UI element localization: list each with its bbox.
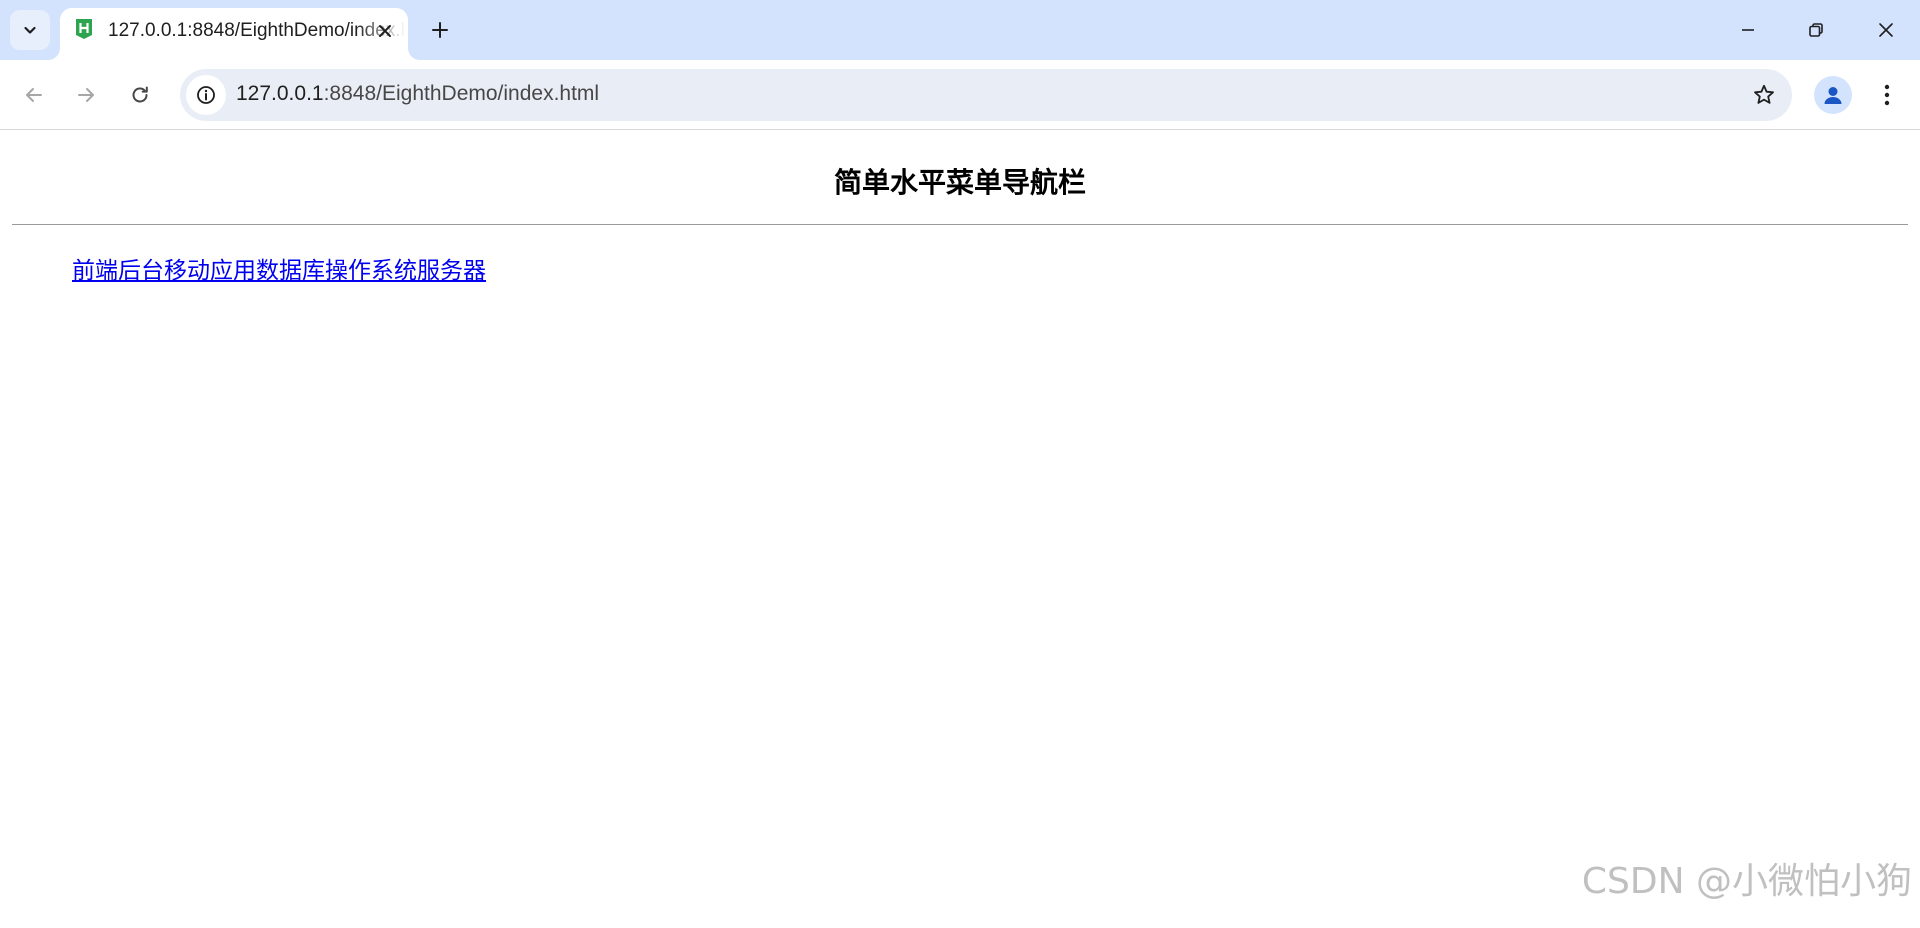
nav-link-frontend[interactable]: 前端 (72, 258, 118, 284)
restore-icon (1809, 23, 1823, 37)
tab-close-button[interactable] (372, 18, 398, 44)
back-button[interactable] (14, 75, 54, 115)
tab-strip: 127.0.0.1:8848/EighthDemo/index.html (0, 0, 1920, 60)
browser-menu-button[interactable] (1870, 75, 1904, 115)
profile-button[interactable] (1814, 76, 1852, 114)
kebab-menu-icon (1884, 84, 1890, 106)
chevron-down-icon (24, 26, 36, 34)
hbuilder-h-icon (76, 19, 92, 39)
tab-search-button[interactable] (10, 10, 50, 50)
csdn-watermark: CSDN @小微怕小狗 (1581, 861, 1912, 902)
minimize-button[interactable] (1724, 6, 1772, 54)
nav-item: 前端 (72, 251, 118, 285)
star-icon (1754, 84, 1774, 104)
horizontal-rule (12, 224, 1908, 225)
minimize-icon (1742, 29, 1754, 31)
nav-link-operating-systems[interactable]: 操作系统 (325, 258, 417, 284)
info-icon (197, 86, 215, 104)
nav-link-backend[interactable]: 后台 (118, 258, 164, 284)
arrow-right-icon (78, 88, 94, 102)
nav-link-database[interactable]: 数据库 (256, 258, 325, 284)
nav-item: 后台 (118, 251, 164, 285)
page-content: 简单水平菜单导航栏 前端 后台 移动应用 数据库 操作系统 服务器 CSDN @… (0, 131, 1920, 928)
active-tab[interactable]: 127.0.0.1:8848/EighthDemo/index.html (60, 8, 418, 60)
close-icon (379, 25, 391, 37)
new-tab-button[interactable] (424, 14, 456, 46)
plus-icon (432, 22, 448, 38)
nav-link-mobile-apps[interactable]: 移动应用 (164, 258, 256, 284)
person-icon (1824, 87, 1842, 104)
bookmark-button[interactable] (1748, 79, 1780, 111)
page-title: 简单水平菜单导航栏 (833, 166, 1086, 199)
close-window-button[interactable] (1862, 6, 1910, 54)
nav-item: 操作系统 (325, 251, 417, 285)
nav-link-servers[interactable]: 服务器 (417, 258, 486, 284)
arrow-left-icon (26, 88, 42, 102)
nav-item: 数据库 (256, 251, 325, 285)
close-icon (1879, 23, 1893, 37)
restore-button[interactable] (1792, 6, 1840, 54)
nav-item: 移动应用 (164, 251, 256, 285)
url-path: :8848/EighthDemo/index.html (323, 82, 600, 105)
url-host: 127.0.0.1 (236, 82, 324, 105)
url-text[interactable]: 127.0.0.1:8848/EighthDemo/index.html (236, 82, 599, 106)
forward-button[interactable] (66, 75, 106, 115)
nav-item: 服务器 (417, 251, 486, 285)
address-bar[interactable]: 127.0.0.1:8848/EighthDemo/index.html (180, 69, 1792, 121)
site-info-button[interactable] (186, 75, 226, 115)
browser-toolbar: 127.0.0.1:8848/EighthDemo/index.html (0, 60, 1920, 130)
horizontal-nav-menu: 前端 后台 移动应用 数据库 操作系统 服务器 (72, 251, 486, 285)
reload-icon (132, 86, 148, 103)
reload-button[interactable] (120, 75, 160, 115)
